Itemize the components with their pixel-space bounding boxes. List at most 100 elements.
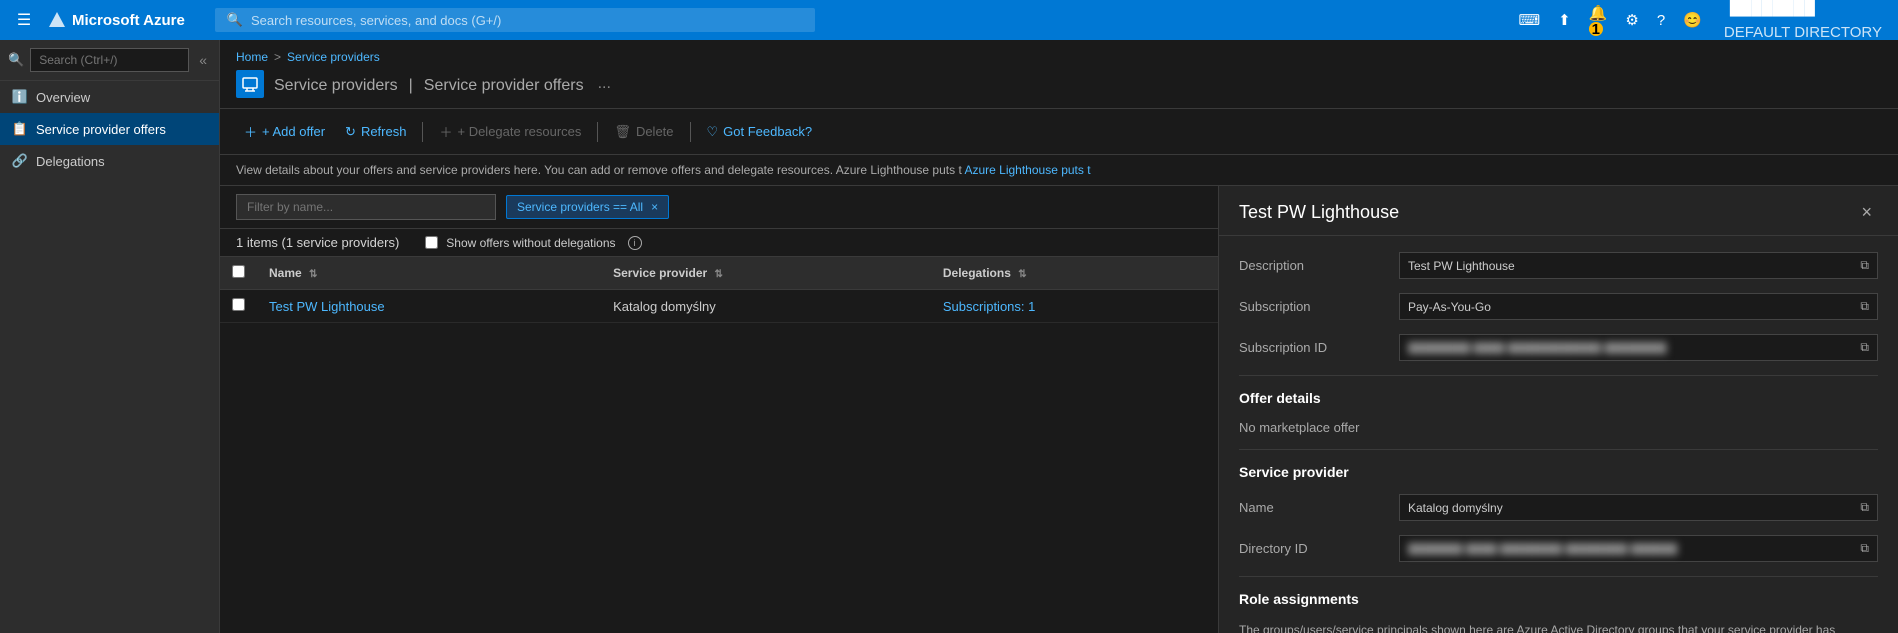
row-name-link[interactable]: Test PW Lighthouse <box>269 299 385 314</box>
topbar-icons: ⌨ ⬆ 🔔 1 ⚙ ? 😊 ████████ DEFAULT DIRECTORY <box>1513 0 1889 45</box>
hamburger-menu[interactable]: ☰ <box>10 10 38 30</box>
sidebar-item-delegations[interactable]: 🔗 Delegations <box>0 145 219 177</box>
role-assignments-section-title: Role assignments <box>1239 591 1878 607</box>
filter-input[interactable] <box>236 194 496 220</box>
table-header-row: Name ⇅ Service provider ⇅ Delegations ⇅ <box>220 257 1218 290</box>
show-offers-info-icon[interactable]: i <box>628 236 642 250</box>
sidebar-search-input[interactable] <box>30 48 189 72</box>
close-panel-button[interactable]: × <box>1855 200 1878 225</box>
breadcrumb-service-providers[interactable]: Service providers <box>287 50 380 64</box>
description-value: Test PW Lighthouse <box>1408 259 1854 273</box>
delete-icon: 🗑 <box>614 124 631 140</box>
right-panel: Test PW Lighthouse × Description Test PW… <box>1218 186 1898 633</box>
topbar: ☰ Microsoft Azure 🔍 ⌨ ⬆ 🔔 1 ⚙ ? 😊 ██████… <box>0 0 1898 40</box>
description-value-box: Test PW Lighthouse ⧉ <box>1399 252 1878 279</box>
page-title: Service providers | Service provider off… <box>274 74 584 95</box>
sidebar-item-overview-label: Overview <box>36 90 90 105</box>
service-providers-icon <box>241 75 259 93</box>
delete-button[interactable]: 🗑 Delete <box>606 119 681 145</box>
app-logo: Microsoft Azure <box>48 11 185 29</box>
content-area: Service providers == All × 1 items (1 se… <box>220 186 1898 633</box>
description-copy-icon[interactable]: ⧉ <box>1860 258 1869 273</box>
refresh-button[interactable]: ↻ Refresh <box>337 119 414 145</box>
notification-badge: 1 <box>1589 22 1603 36</box>
sidebar-collapse-icon[interactable]: « <box>195 50 211 70</box>
user-avatar[interactable]: 😊 <box>1677 7 1708 33</box>
table-header-name[interactable]: Name ⇅ <box>257 257 601 290</box>
notifications-icon[interactable]: 🔔 1 <box>1583 0 1614 40</box>
row-checkbox-cell[interactable] <box>220 290 257 323</box>
row-checkbox[interactable] <box>232 298 245 311</box>
breadcrumb-separator: > <box>274 50 281 64</box>
filter-badge[interactable]: Service providers == All × <box>506 195 669 219</box>
row-delegations-link[interactable]: Subscriptions: 1 <box>943 299 1036 314</box>
sidebar-search-area: 🔍 « <box>0 40 219 81</box>
user-info: ████████ DEFAULT DIRECTORY <box>1718 0 1888 45</box>
cloud-shell-icon[interactable]: ⌨ <box>1513 7 1547 33</box>
filter-clear-icon[interactable]: × <box>651 200 658 214</box>
filter-bar: Service providers == All × <box>220 186 1218 229</box>
col-name-label: Name <box>269 266 302 280</box>
feedback-button[interactable]: ♡ Got Feedback? <box>699 119 821 145</box>
table-header-checkbox[interactable] <box>220 257 257 290</box>
add-offer-label: + Add offer <box>262 124 325 139</box>
role-assignments-divider <box>1239 576 1878 577</box>
add-offer-button[interactable]: ＋ + Add offer <box>236 117 333 146</box>
add-icon: ＋ <box>244 122 257 141</box>
delegate-resources-label: + Delegate resources <box>457 124 581 139</box>
sp-name-copy-icon[interactable]: ⧉ <box>1860 500 1869 515</box>
subscription-id-field-row: Subscription ID ████████ ████ ██████████… <box>1239 334 1878 361</box>
toolbar-separator-2 <box>597 122 598 142</box>
show-offers-area: Show offers without delegations i <box>425 236 641 250</box>
page-icon <box>236 70 264 98</box>
feedback-label: Got Feedback? <box>723 124 812 139</box>
no-marketplace-text: No marketplace offer <box>1239 420 1878 435</box>
sidebar-item-service-provider-offers[interactable]: 📋 Service provider offers <box>0 113 219 145</box>
sidebar-item-overview[interactable]: ℹ️ Overview <box>0 81 219 113</box>
main-container: 🔍 « ℹ️ Overview 📋 Service provider offer… <box>0 40 1898 633</box>
azure-logo-icon <box>48 11 66 29</box>
toolbar-separator-1 <box>422 122 423 142</box>
delegations-sort-icon: ⇅ <box>1018 269 1026 280</box>
settings-icon[interactable]: ⚙ <box>1619 7 1644 33</box>
right-panel-title: Test PW Lighthouse <box>1239 202 1399 223</box>
subscription-id-value: ████████ ████ ████████████ ████████ <box>1408 342 1854 354</box>
directory-id-field-row: Directory ID ███████ ████ ████████ █████… <box>1239 535 1878 562</box>
subscription-copy-icon[interactable]: ⧉ <box>1860 299 1869 314</box>
col-service-provider-label: Service provider <box>613 266 707 280</box>
search-bar[interactable]: 🔍 <box>215 8 815 32</box>
role-assignments-info-text: The groups/users/service principals show… <box>1239 621 1878 633</box>
show-offers-checkbox[interactable] <box>425 236 438 249</box>
select-all-checkbox[interactable] <box>232 265 245 278</box>
subscription-field-row: Subscription Pay-As-You-Go ⧉ <box>1239 293 1878 320</box>
table-header-delegations[interactable]: Delegations ⇅ <box>931 257 1218 290</box>
col-delegations-label: Delegations <box>943 266 1011 280</box>
upload-icon[interactable]: ⬆ <box>1552 7 1577 33</box>
right-panel-header: Test PW Lighthouse × <box>1219 186 1898 236</box>
sp-name-field-row: Name Katalog domyślny ⧉ <box>1239 494 1878 521</box>
row-name-cell: Test PW Lighthouse <box>257 290 601 323</box>
delegate-resources-button[interactable]: ＋ + Delegate resources <box>431 117 589 146</box>
refresh-label: Refresh <box>361 124 407 139</box>
breadcrumb-home[interactable]: Home <box>236 50 268 64</box>
search-input[interactable] <box>251 13 803 28</box>
subscription-value: Pay-As-You-Go <box>1408 300 1854 314</box>
lighthouse-link[interactable]: Azure Lighthouse puts t <box>964 163 1090 177</box>
page-title-ellipsis[interactable]: ... <box>598 75 611 93</box>
table-header-service-provider[interactable]: Service provider ⇅ <box>601 257 931 290</box>
service-provider-offers-icon: 📋 <box>12 121 28 137</box>
toolbar-separator-3 <box>690 122 691 142</box>
page-header: Home > Service providers Service provide… <box>220 40 1898 109</box>
description-field-row: Description Test PW Lighthouse ⧉ <box>1239 252 1878 279</box>
table-row[interactable]: Test PW Lighthouse Katalog domyślny Subs… <box>220 290 1218 323</box>
sidebar: 🔍 « ℹ️ Overview 📋 Service provider offer… <box>0 40 220 633</box>
directory-id-copy-icon[interactable]: ⧉ <box>1860 541 1869 556</box>
show-offers-label: Show offers without delegations <box>446 236 615 250</box>
help-icon[interactable]: ? <box>1651 8 1671 33</box>
subscription-id-copy-icon[interactable]: ⧉ <box>1860 340 1869 355</box>
directory-id-value: ███████ ████ ████████ ████████ ██████ <box>1408 543 1854 555</box>
directory-id-value-box: ███████ ████ ████████ ████████ ██████ ⧉ <box>1399 535 1878 562</box>
search-icon: 🔍 <box>227 12 243 28</box>
offers-table: Name ⇅ Service provider ⇅ Delegations ⇅ <box>220 257 1218 323</box>
table-container: Name ⇅ Service provider ⇅ Delegations ⇅ <box>220 257 1218 633</box>
